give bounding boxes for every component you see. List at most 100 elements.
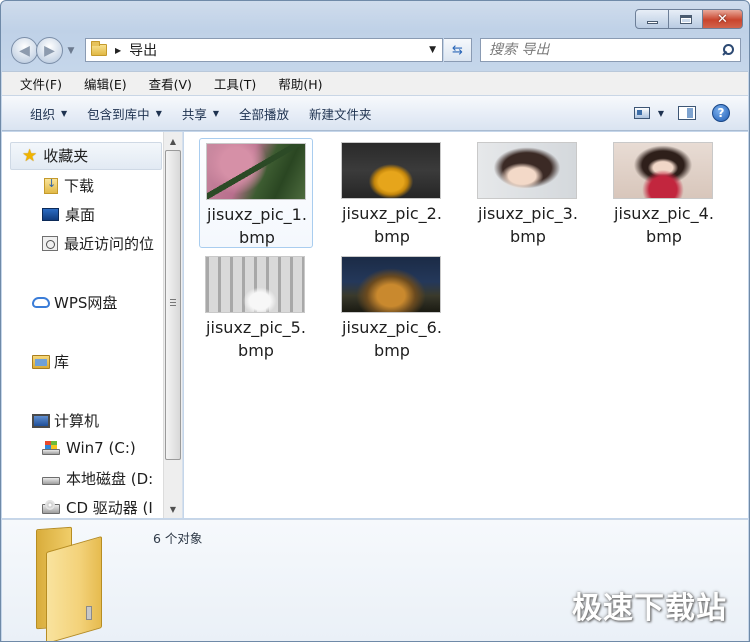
breadcrumb-arrow-icon[interactable]: ▶ xyxy=(115,46,121,55)
file-name-line2: bmp xyxy=(646,227,682,246)
sidebar-item-label: WPS网盘 xyxy=(54,294,118,312)
close-button[interactable]: ✕ xyxy=(703,9,743,29)
item-count: 6 个对象 xyxy=(153,531,203,546)
sidebar-item-label: 收藏夹 xyxy=(43,147,89,165)
grip-icon xyxy=(170,299,176,306)
computer-icon xyxy=(32,413,50,428)
file-thumbnail xyxy=(206,143,306,200)
file-name: jisuxz_pic_4.bmp xyxy=(597,202,731,248)
library-icon xyxy=(32,354,50,369)
search-input[interactable] xyxy=(481,42,701,58)
file-thumbnail xyxy=(341,142,441,199)
windows-drive-icon xyxy=(42,441,60,455)
organize-button[interactable]: 组织 ▼ xyxy=(30,104,67,123)
scroll-down-icon[interactable]: ▼ xyxy=(164,500,182,518)
file-item-1[interactable]: jisuxz_pic_1. bmp xyxy=(199,138,313,248)
view-controls: ▼ ? xyxy=(633,104,730,122)
downloads-folder-icon xyxy=(44,177,58,194)
sidebar-scrollbar[interactable]: ▲ ▼ xyxy=(163,132,182,518)
sidebar-item-drive-c[interactable]: Win7 (C:) xyxy=(42,439,136,457)
minimize-button[interactable] xyxy=(635,9,669,29)
file-name-line1: jisuxz_pic_5. xyxy=(206,318,306,337)
desktop-icon xyxy=(42,208,59,221)
preview-pane-icon[interactable] xyxy=(678,106,696,120)
sidebar-item-label: 计算机 xyxy=(54,412,100,430)
file-name-line2: bmp xyxy=(374,227,410,246)
sidebar-item-cd-drive[interactable]: CD 驱动器 (I xyxy=(42,497,153,518)
file-thumbnail xyxy=(477,142,577,199)
file-thumbnail xyxy=(205,256,305,313)
menu-edit[interactable]: 编辑(E) xyxy=(84,74,127,93)
file-name: jisuxz_pic_5.bmp xyxy=(189,316,323,362)
new-folder-label: 新建文件夹 xyxy=(309,106,372,122)
chevron-down-icon: ▼ xyxy=(155,108,162,118)
back-button[interactable]: ◀ xyxy=(11,37,38,64)
file-name-line1: jisuxz_pic_2. xyxy=(342,204,442,223)
share-label: 共享 xyxy=(181,106,207,122)
breadcrumb-current[interactable]: 导出 xyxy=(129,40,157,60)
help-icon[interactable]: ? xyxy=(712,104,730,122)
play-all-label: 全部播放 xyxy=(239,106,290,122)
file-item-4[interactable]: jisuxz_pic_4.bmp xyxy=(607,138,721,248)
include-library-button[interactable]: 包含到库中 ▼ xyxy=(87,104,162,123)
file-name-line1: jisuxz_pic_3. xyxy=(478,204,578,223)
file-name-line2: bmp xyxy=(238,341,274,360)
command-bar: 组织 ▼ 包含到库中 ▼ 共享 ▼ 全部播放 新建文件夹 ▼ ? xyxy=(2,95,748,131)
sidebar-item-downloads[interactable]: 下载 xyxy=(44,175,94,196)
file-name: jisuxz_pic_3. bmp xyxy=(461,202,595,248)
sidebar-item-label: 最近访问的位 xyxy=(64,235,155,253)
file-item-5[interactable]: jisuxz_pic_5.bmp xyxy=(199,252,313,362)
new-folder-button[interactable]: 新建文件夹 xyxy=(309,104,372,123)
search-icon[interactable] xyxy=(722,44,734,56)
sidebar-item-label: 本地磁盘 (D: xyxy=(66,470,154,488)
recent-places-icon xyxy=(42,236,58,251)
cd-drive-icon xyxy=(42,500,60,514)
sidebar-item-label: Win7 (C:) xyxy=(66,439,136,457)
file-item-6[interactable]: jisuxz_pic_6. bmp xyxy=(335,252,449,362)
window-controls: ✕ xyxy=(635,9,743,29)
scroll-thumb[interactable] xyxy=(165,150,181,460)
back-arrow-icon: ◀ xyxy=(19,42,30,59)
sidebar-item-drive-d[interactable]: 本地磁盘 (D: xyxy=(42,468,153,489)
file-item-2[interactable]: jisuxz_pic_2.bmp xyxy=(335,138,449,248)
menu-help[interactable]: 帮助(H) xyxy=(278,74,322,93)
file-name: jisuxz_pic_2.bmp xyxy=(325,202,459,248)
maximize-button[interactable] xyxy=(669,9,703,29)
sidebar-item-wps[interactable]: WPS网盘 xyxy=(32,292,117,313)
change-view-icon[interactable] xyxy=(633,107,650,119)
menu-bar: 文件(F) 编辑(E) 查看(V) 工具(T) 帮助(H) xyxy=(2,71,748,95)
play-all-button[interactable]: 全部播放 xyxy=(239,104,289,123)
address-bar[interactable]: ▶ 导出 ▼ xyxy=(85,38,443,62)
sidebar-item-favorites[interactable]: ★ 收藏夹 xyxy=(22,145,88,166)
hard-drive-icon xyxy=(42,476,60,485)
star-icon: ★ xyxy=(22,145,38,166)
search-box[interactable] xyxy=(480,38,741,62)
menu-tools[interactable]: 工具(T) xyxy=(214,74,256,93)
forward-button[interactable]: ▶ xyxy=(36,37,63,64)
file-name-line1: jisuxz_pic_4. xyxy=(614,204,714,223)
view-options-dropdown[interactable]: ▼ xyxy=(658,109,664,118)
address-dropdown-icon[interactable]: ▼ xyxy=(429,45,436,55)
file-name-line2: bmp xyxy=(239,228,275,247)
file-name: jisuxz_pic_6. bmp xyxy=(325,316,459,362)
recent-pages-dropdown[interactable]: ▼ xyxy=(65,46,77,56)
share-button[interactable]: 共享 ▼ xyxy=(182,104,219,123)
sidebar-item-library[interactable]: 库 xyxy=(32,351,69,372)
minimize-icon xyxy=(646,20,658,24)
refresh-button[interactable]: ⇆ xyxy=(444,38,472,62)
site-watermark: 极速下载站 xyxy=(572,591,727,626)
scroll-up-icon[interactable]: ▲ xyxy=(164,132,182,150)
sidebar-item-label: 桌面 xyxy=(65,206,96,224)
organize-label: 组织 xyxy=(30,106,56,122)
cloud-icon xyxy=(32,297,50,308)
menu-file[interactable]: 文件(F) xyxy=(20,74,62,93)
file-name-line2: bmp xyxy=(374,341,410,360)
sidebar-item-recent[interactable]: 最近访问的位 xyxy=(42,233,154,254)
sidebar-item-label: 下载 xyxy=(64,177,95,195)
sidebar-item-computer[interactable]: 计算机 xyxy=(32,410,99,431)
file-name: jisuxz_pic_1. bmp xyxy=(190,203,324,249)
menu-view[interactable]: 查看(V) xyxy=(149,74,192,93)
file-item-3[interactable]: jisuxz_pic_3. bmp xyxy=(471,138,585,248)
refresh-icon: ⇆ xyxy=(452,42,463,58)
sidebar-item-desktop[interactable]: 桌面 xyxy=(42,204,95,225)
